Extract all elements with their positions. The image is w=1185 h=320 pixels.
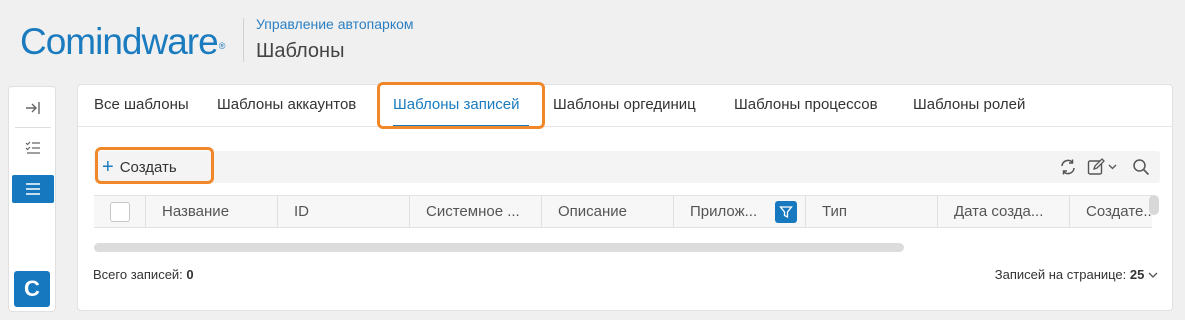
total-records-value: 0	[186, 267, 194, 282]
page-size-label: Записей на странице:	[994, 267, 1127, 282]
breadcrumb[interactable]: Управление автопарком	[256, 16, 414, 32]
horizontal-scrollbar[interactable]	[94, 243, 904, 252]
refresh-icon[interactable]	[1057, 157, 1079, 177]
total-records-label: Всего записей:	[93, 267, 183, 282]
app-header: Comindware® Управление автопарком Шаблон…	[0, 0, 1185, 80]
chevron-down-icon	[1148, 267, 1158, 282]
tab-role-templates[interactable]: Шаблоны ролей	[913, 96, 1025, 113]
column-header-description[interactable]: Описание	[542, 196, 674, 227]
tab-orgunit-templates[interactable]: Шаблоны оргединиц	[553, 96, 696, 113]
column-header-application[interactable]: Прилож...	[674, 196, 806, 227]
create-button-highlight	[95, 147, 214, 184]
grid-header: Название ID Системное ... Описание Прило…	[94, 195, 1152, 228]
active-tab-highlight	[377, 82, 545, 129]
search-icon[interactable]	[1130, 157, 1152, 177]
tab-all-templates[interactable]: Все шаблоны	[94, 96, 189, 113]
column-header-id[interactable]: ID	[278, 196, 410, 227]
page-size-value: 25	[1129, 267, 1145, 282]
comindware-logo[interactable]: Comindware®	[20, 22, 225, 62]
menu-icon[interactable]	[12, 175, 54, 203]
column-header-created-date[interactable]: Дата созда...	[938, 196, 1070, 227]
select-all-column	[94, 196, 146, 227]
tab-account-templates[interactable]: Шаблоны аккаунтов	[217, 96, 356, 113]
column-header-name[interactable]: Название	[146, 196, 278, 227]
main-panel: Все шаблоны Шаблоны аккаунтов Шаблоны за…	[77, 84, 1173, 311]
vertical-scrollbar[interactable]	[1149, 195, 1159, 215]
column-header-creator[interactable]: Создате...	[1070, 196, 1152, 227]
sidebar: C	[8, 86, 56, 312]
tab-process-templates[interactable]: Шаблоны процессов	[734, 96, 878, 113]
sidebar-divider	[15, 127, 51, 128]
page-size-selector[interactable]: Записей на странице: 25	[995, 267, 1158, 282]
tasks-list-icon[interactable]	[12, 135, 53, 161]
column-header-application-label: Прилож...	[690, 203, 758, 220]
header-divider	[243, 18, 244, 62]
column-header-system-name[interactable]: Системное ...	[410, 196, 542, 227]
edit-icon[interactable]	[1086, 157, 1122, 177]
tab-bar: Все шаблоны Шаблоны аккаунтов Шаблоны за…	[78, 85, 1172, 127]
toolbar: + Создать	[94, 151, 1160, 183]
collapse-icon[interactable]	[12, 95, 53, 121]
app-badge[interactable]: C	[14, 271, 50, 307]
column-header-type[interactable]: Тип	[806, 196, 938, 227]
total-records: Всего записей: 0	[93, 267, 194, 282]
select-all-checkbox[interactable]	[110, 202, 130, 222]
page-title: Шаблоны	[256, 40, 345, 62]
filter-icon[interactable]	[775, 201, 797, 223]
